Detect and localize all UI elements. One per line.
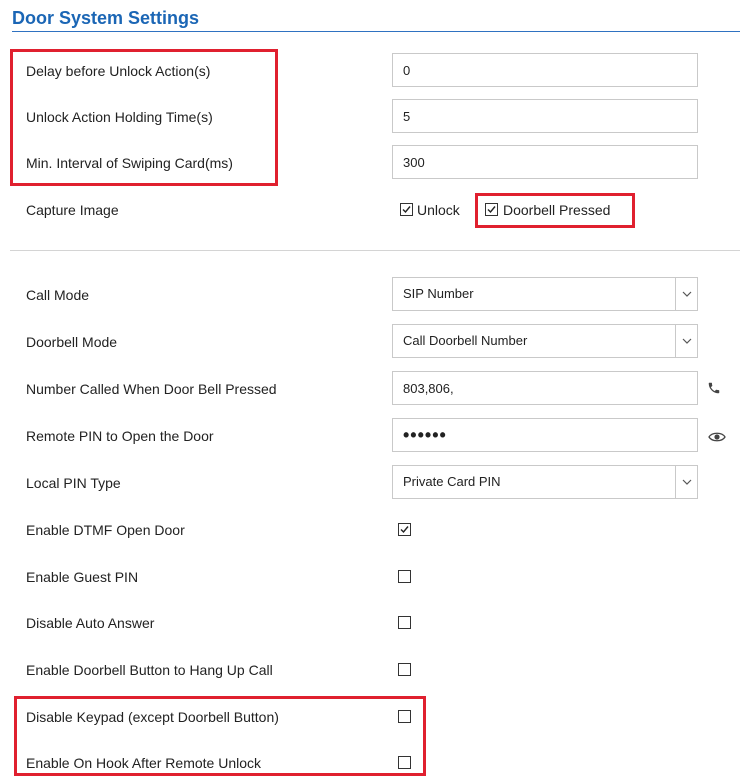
enable-guest-pin-label: Enable Guest PIN xyxy=(26,569,139,585)
doorbell-mode-arrow[interactable] xyxy=(675,325,697,357)
local-pin-type-value: Private Card PIN xyxy=(403,474,501,489)
capture-image-label: Capture Image xyxy=(26,202,119,218)
local-pin-type-row: Local PIN Type Private Card PIN xyxy=(0,465,740,501)
local-pin-type-label: Local PIN Type xyxy=(26,475,121,491)
disable-auto-answer-row: Disable Auto Answer xyxy=(0,605,740,641)
remote-pin-row: Remote PIN to Open the Door xyxy=(0,418,740,454)
doorbell-mode-row: Doorbell Mode Call Doorbell Number xyxy=(0,324,740,360)
enable-doorbell-hangup-row: Enable Doorbell Button to Hang Up Call xyxy=(0,652,740,688)
number-called-row: Number Called When Door Bell Pressed xyxy=(0,371,740,407)
chevron-down-icon xyxy=(682,338,692,344)
call-mode-label: Call Mode xyxy=(26,287,90,303)
unlock-holding-time-input[interactable] xyxy=(392,99,698,133)
call-mode-value: SIP Number xyxy=(403,286,474,301)
call-mode-select[interactable]: SIP Number xyxy=(392,277,698,311)
doorbell-mode-value: Call Doorbell Number xyxy=(403,333,528,348)
highlight-box-timing xyxy=(10,49,278,186)
highlight-box-doorbell xyxy=(475,193,635,228)
section-divider xyxy=(10,250,740,251)
enable-guest-pin-row: Enable Guest PIN xyxy=(0,559,740,595)
highlight-box-keypad xyxy=(14,696,426,776)
chevron-down-icon xyxy=(682,479,692,485)
enable-doorbell-hangup-checkbox[interactable] xyxy=(398,663,411,676)
doorbell-mode-select[interactable]: Call Doorbell Number xyxy=(392,324,698,358)
page-title: Door System Settings xyxy=(12,6,740,32)
remote-pin-input[interactable] xyxy=(392,418,698,452)
disable-auto-answer-label: Disable Auto Answer xyxy=(26,615,155,631)
delay-before-unlock-input[interactable] xyxy=(392,53,698,87)
call-mode-arrow[interactable] xyxy=(675,278,697,310)
phone-icon[interactable] xyxy=(707,381,721,398)
enable-dtmf-row: Enable DTMF Open Door xyxy=(0,512,740,548)
capture-unlock-label: Unlock xyxy=(417,202,460,218)
disable-auto-answer-checkbox[interactable] xyxy=(398,616,411,629)
enable-dtmf-label: Enable DTMF Open Door xyxy=(26,522,185,538)
call-mode-row: Call Mode SIP Number xyxy=(0,277,740,313)
enable-doorbell-hangup-label: Enable Doorbell Button to Hang Up Call xyxy=(26,662,273,678)
min-interval-swiping-input[interactable] xyxy=(392,145,698,179)
chevron-down-icon xyxy=(682,291,692,297)
local-pin-type-select[interactable]: Private Card PIN xyxy=(392,465,698,499)
eye-icon[interactable] xyxy=(708,430,726,446)
number-called-label: Number Called When Door Bell Pressed xyxy=(26,381,277,397)
doorbell-mode-label: Doorbell Mode xyxy=(26,334,118,350)
local-pin-type-arrow[interactable] xyxy=(675,466,697,498)
number-called-input[interactable] xyxy=(392,371,698,405)
remote-pin-label: Remote PIN to Open the Door xyxy=(26,428,214,444)
enable-guest-pin-checkbox[interactable] xyxy=(398,570,411,583)
capture-unlock-checkbox[interactable] xyxy=(400,203,413,216)
enable-dtmf-checkbox[interactable] xyxy=(398,523,411,536)
